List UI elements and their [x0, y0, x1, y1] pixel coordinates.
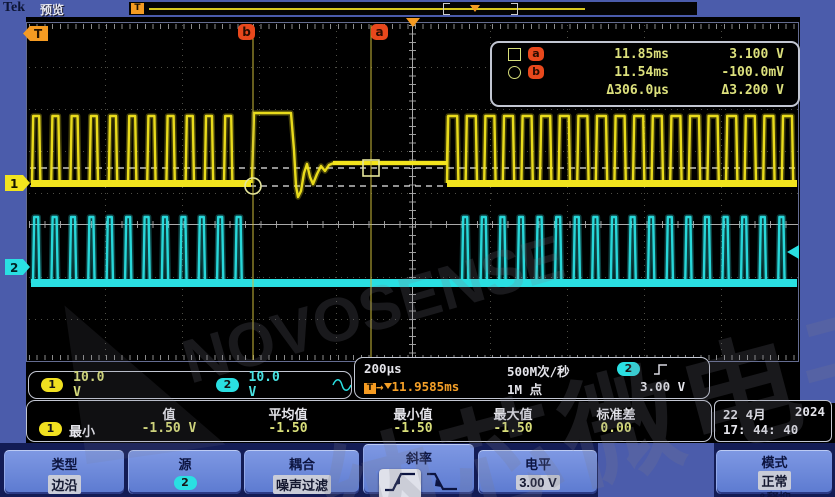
cursor-a-badge: a	[528, 47, 544, 61]
meas-stddev: 0.00	[600, 421, 631, 436]
ch1-scale: 10.0 V	[73, 370, 118, 400]
cursor-a-label[interactable]: a	[371, 24, 388, 40]
menu-coupling-button[interactable]: 耦合 噪声过滤	[244, 450, 359, 494]
menu-type-button[interactable]: 类型 边沿	[4, 450, 124, 494]
source-channel-badge: 2	[174, 476, 197, 490]
trigger-record-icon: T	[131, 3, 144, 14]
trigger-position-readout: T→ 11.9585ms	[364, 379, 459, 394]
meas-min: -1.50	[393, 421, 432, 436]
coupling-value: 噪声过滤	[273, 475, 331, 494]
cursor-b-label[interactable]: b	[238, 24, 255, 40]
window-bracket-left-icon	[443, 3, 450, 15]
cursor-readout: a 11.85ms 3.100 V b 11.54ms -100.0mV Δ30…	[490, 41, 800, 107]
cursor-a-shape-icon	[508, 48, 521, 61]
sample-rate: 500M次/秒	[507, 361, 570, 380]
trigger-t-icon: T	[364, 383, 376, 394]
bottom-menu: 类型 边沿 源 2 耦合 噪声过滤 斜率 电平 3.00 V	[0, 443, 835, 497]
level-value: 3.00 V	[516, 475, 560, 490]
trigger-position-value: 11.9585ms	[392, 379, 460, 394]
acquisition-status: 预览	[40, 1, 64, 18]
timebase-scale: 200μs	[364, 361, 402, 376]
record-line	[149, 8, 585, 10]
cursor-a-voltage: 3.100 V	[669, 47, 798, 62]
record-preview-bar: T	[129, 2, 697, 15]
measurement-readout: 值 平均值 最小值 最大值 标准差 1 最小 -1.50 V -1.50 -1.…	[26, 400, 712, 442]
trigger-slope-icon	[653, 362, 669, 376]
ch1-badge[interactable]: 1	[41, 378, 63, 392]
ch2-scale: 10.0 V	[249, 370, 294, 400]
mode-value: 正常	[758, 471, 790, 490]
cursor-b-row: b 11.54ms -100.0mV	[492, 63, 798, 81]
left-border	[0, 17, 26, 443]
top-bar: Tek 预览 T	[0, 0, 835, 17]
channel-readout: 1 10.0 V 2 10.0 V	[28, 371, 352, 399]
cursor-delta-time: Δ306.0μs	[544, 83, 669, 98]
window-bracket-right-icon	[511, 3, 518, 15]
oscilloscope-screen: Tek 预览 T T 1 2 b a a 11.85ms	[0, 0, 835, 497]
clock-time: 17: 44: 40	[723, 422, 798, 437]
cursor-a-time: 11.85ms	[544, 47, 669, 62]
cursor-b-time: 11.54ms	[544, 65, 669, 80]
cursor-b-shape-icon	[508, 66, 521, 79]
cursor-delta-row: Δ306.0μs Δ3.200 V	[492, 81, 798, 99]
meas-max: -1.50	[493, 421, 532, 436]
cursor-b-badge: b	[528, 65, 544, 79]
falling-slope-icon[interactable]	[424, 470, 460, 497]
timebase-trigger-readout: 200μs 500M次/秒 2 T→ 11.9585ms 1M 点 3.00 V	[354, 357, 710, 399]
menu-level-button[interactable]: 电平 3.00 V	[478, 450, 597, 494]
ac-coupling-icon	[332, 379, 351, 391]
clock-readout: 22 4月 2024 17: 44: 40	[714, 400, 832, 442]
trigger-level-readout: 3.00 V	[640, 379, 685, 394]
cursor-delta-voltage: Δ3.200 V	[669, 83, 798, 98]
menu-mode-button[interactable]: 模式 正常 &释抑	[716, 450, 832, 494]
meas-value: -1.50 V	[142, 421, 197, 436]
mode-value2: &释抑	[717, 489, 832, 497]
ch2-badge[interactable]: 2	[216, 378, 238, 392]
clock-date: 22 4月	[723, 404, 766, 423]
meas-name: 最小	[69, 421, 95, 440]
record-trigger-triangle-icon	[470, 5, 480, 12]
rising-slope-icon[interactable]	[379, 469, 421, 497]
meas-channel-badge: 1	[39, 422, 62, 436]
type-value: 边沿	[48, 475, 80, 494]
trigger-arrow: →	[376, 379, 384, 394]
cursor-a-row: a 11.85ms 3.100 V	[492, 45, 798, 63]
menu-source-button[interactable]: 源 2	[128, 450, 241, 494]
meas-mean: -1.50	[268, 421, 307, 436]
cursor-b-voltage: -100.0mV	[669, 65, 798, 80]
right-border	[800, 17, 835, 403]
trigger-source-badge: 2	[617, 362, 640, 376]
clock-year: 2024	[795, 404, 825, 419]
record-length: 1M 点	[507, 379, 542, 398]
tek-logo: Tek	[3, 0, 25, 16]
menu-slope-button[interactable]: 斜率	[363, 444, 474, 494]
trigger-triangle-icon	[384, 383, 392, 389]
menu-spacer	[598, 443, 714, 497]
